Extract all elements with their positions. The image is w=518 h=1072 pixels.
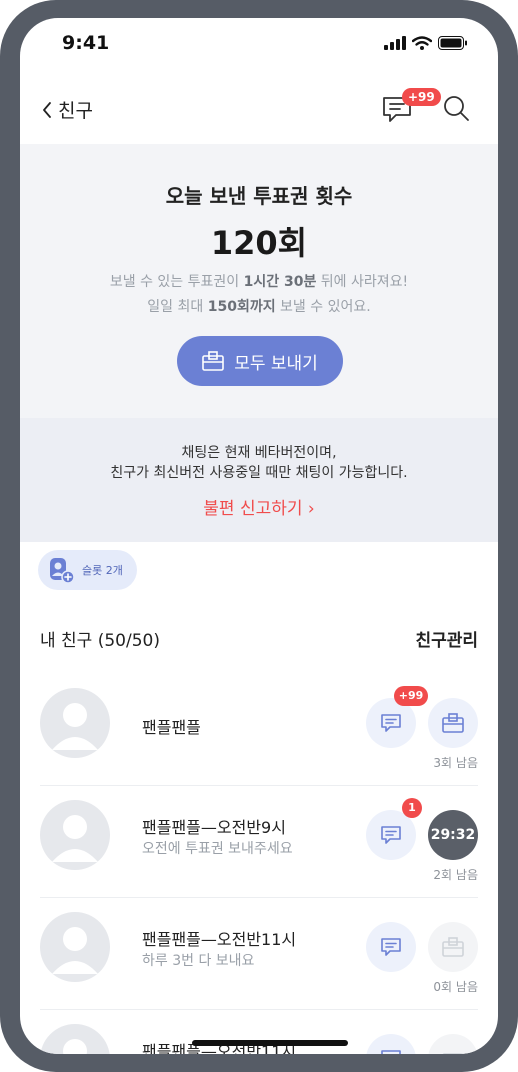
chat-icon — [381, 714, 401, 732]
page-title: 친구 — [58, 100, 93, 122]
battery-icon — [438, 36, 467, 50]
chat-badge: +99 — [402, 88, 441, 106]
vote-title: 오늘 보낸 투표권 횟수 — [165, 184, 353, 208]
user-placeholder-icon — [52, 703, 98, 750]
vote-ticket-icon — [442, 937, 464, 957]
status-time: 9:41 — [62, 32, 110, 54]
slot-label: 슬롯 2개 — [82, 564, 123, 577]
wifi-icon — [412, 36, 432, 50]
friend-name: 팬플팬플—오전반9시 — [142, 818, 286, 837]
send-vote-button[interactable] — [428, 1034, 478, 1054]
chevron-left-icon — [43, 101, 51, 118]
notice-line-2: 친구가 최신버전 사용중일 때만 채팅이 가능합니다. — [110, 465, 408, 481]
signal-icon — [384, 36, 406, 50]
friend-row[interactable]: 팬플팬플—오전반9시 오전에 투표권 보내주세요 1 29:32 2회 남음 — [40, 786, 478, 898]
avatar — [40, 1024, 110, 1054]
vote-summary-panel: 오늘 보낸 투표권 횟수 120회 보낼 수 있는 투표권이 1시간 30분 뒤… — [20, 144, 498, 418]
chat-icon — [381, 938, 401, 956]
chat-button[interactable] — [366, 1034, 416, 1054]
user-placeholder-icon — [63, 1039, 87, 1054]
vote-ticket-icon — [442, 1053, 464, 1054]
friend-name: 팬플팬플—오전반11시 — [142, 930, 297, 949]
remaining-votes: 2회 남음 — [433, 868, 478, 882]
chat-badge: +99 — [394, 686, 428, 706]
vote-count: 120회 — [210, 224, 308, 262]
chat-icon — [381, 1050, 401, 1054]
vote-ticket-icon — [202, 351, 224, 371]
remaining-votes: 3회 남음 — [433, 756, 478, 770]
vote-info-line-1: 보낼 수 있는 투표권이 1시간 30분 뒤에 사라져요! — [109, 274, 409, 290]
home-indicator[interactable] — [192, 1040, 348, 1046]
search-icon[interactable] — [442, 94, 470, 122]
send-vote-button[interactable] — [428, 698, 478, 748]
manage-friends-button[interactable]: 친구관리 — [415, 626, 478, 651]
avatar — [40, 688, 110, 758]
notice-line-1: 채팅은 현재 베타버전이며, — [181, 445, 337, 461]
back-button[interactable]: 친구 — [42, 96, 93, 123]
vote-info-line-2: 일일 최대 150회까지 보낼 수 있어요. — [147, 299, 371, 315]
chat-button[interactable] — [366, 922, 416, 972]
friend-name: 팬플팬플 — [142, 718, 201, 737]
vote-ticket-icon — [442, 713, 464, 733]
chat-icon — [381, 826, 401, 844]
remaining-votes: 0회 남음 — [433, 980, 478, 994]
status-icons — [384, 36, 468, 50]
friend-row[interactable]: 팬플팬플—오전반11시 하루 3번 다 보내요 0회 남음 — [40, 898, 478, 1010]
add-slot-icon — [50, 558, 75, 584]
chat-beta-notice: 채팅은 현재 베타버전이며, 친구가 최신버전 사용중일 때만 채팅이 가능합니… — [20, 418, 498, 542]
user-placeholder-icon — [52, 815, 98, 862]
friend-message: 하루 3번 다 보내요 — [142, 953, 255, 969]
send-all-button[interactable]: 모두 보내기 — [177, 336, 343, 386]
avatar — [40, 912, 110, 982]
status-bar: 9:41 — [20, 18, 498, 72]
vote-cooldown-timer: 29:32 — [428, 810, 478, 860]
avatar — [40, 800, 110, 870]
chat-badge: 1 — [402, 798, 422, 818]
nav-bar: 친구 +99 — [20, 72, 498, 144]
friends-count-header: 내 친구 (50/50) — [40, 631, 160, 651]
send-all-label: 모두 보내기 — [234, 353, 318, 374]
user-placeholder-icon — [52, 927, 98, 974]
slot-chip[interactable]: 슬롯 2개 — [38, 550, 137, 590]
phone-screen: 9:41 친구 +99 오늘 보낸 투표권 횟수 120회 보낼 수 있는 투표… — [20, 18, 498, 1054]
send-vote-button[interactable] — [428, 922, 478, 972]
device-frame: 9:41 친구 +99 오늘 보낸 투표권 횟수 120회 보낼 수 있는 투표… — [0, 0, 518, 1072]
friend-row[interactable]: 팬플팬플—오전반11시 — [40, 1010, 478, 1054]
friend-message: 오전에 투표권 보내주세요 — [142, 841, 293, 857]
friend-row[interactable]: 팬플팬플 +99 3회 남음 — [40, 674, 478, 786]
report-issue-link[interactable]: 불편 신고하기 › — [20, 494, 498, 519]
